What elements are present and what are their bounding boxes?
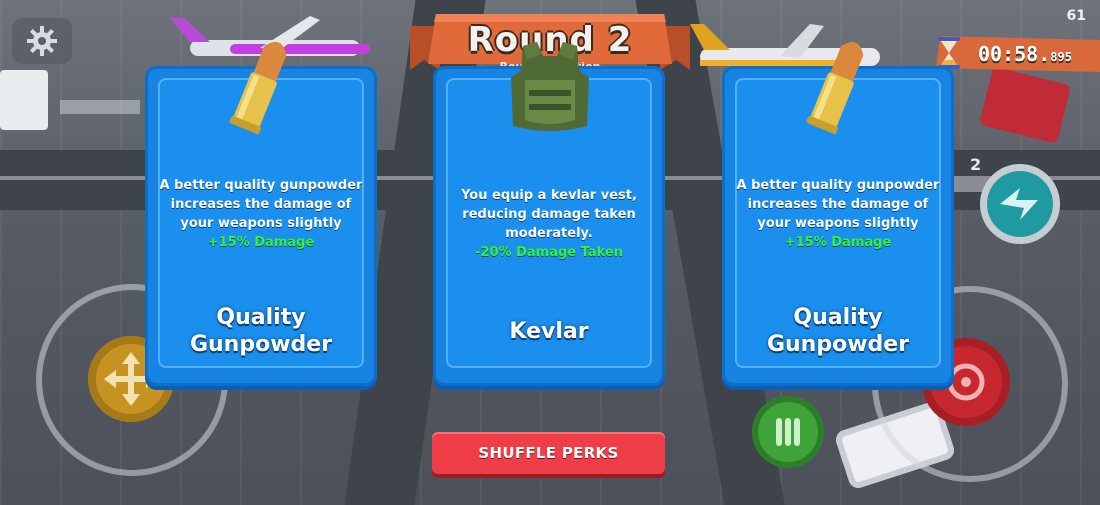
settings-button[interactable]	[12, 18, 72, 64]
perk-name-line2: Gunpowder	[189, 332, 333, 357]
bullet-icon	[806, 41, 864, 135]
side-badge: 2	[970, 155, 982, 174]
truck-right	[978, 66, 1072, 144]
perk-name-line1: Kevlar	[509, 319, 589, 344]
perk-card-1[interactable]: A better quality gunpowder increases the…	[145, 41, 377, 386]
hourglass-icon	[938, 37, 960, 69]
perk-bonus: -20% Damage Taken	[475, 245, 623, 260]
perk-description: A better quality gunpowder increases the…	[732, 176, 944, 252]
perk-description-text: A better quality gunpowder increases the…	[159, 178, 363, 231]
perk-name: Kevlar	[439, 318, 659, 345]
perk-name: Quality Gunpowder	[151, 304, 371, 358]
perk-description-text: A better quality gunpowder increases the…	[736, 178, 940, 231]
match-timer: 00:58.895	[930, 34, 1100, 74]
reload-button[interactable]	[752, 396, 824, 468]
bullet-icon	[229, 41, 287, 135]
gear-icon	[27, 26, 57, 56]
kevlar-vest-icon	[511, 42, 589, 131]
perk-name-line2: Gunpowder	[766, 332, 910, 357]
perk-card-2[interactable]: You equip a kevlar vest, reducing damage…	[433, 42, 665, 386]
dash-ability-button[interactable]	[980, 164, 1060, 244]
building-left	[0, 70, 48, 130]
fps-counter: 61	[1066, 8, 1086, 24]
ammo-icon	[776, 418, 800, 446]
perk-name: Quality Gunpowder	[728, 304, 948, 358]
timer-main: 00:58.	[978, 42, 1051, 66]
perk-description: A better quality gunpowder increases the…	[155, 176, 367, 252]
shuffle-perks-button[interactable]: SHUFFLE PERKS	[432, 432, 665, 474]
perk-card-3[interactable]: A better quality gunpowder increases the…	[722, 41, 954, 386]
perk-name-line1: Quality	[793, 305, 883, 330]
perk-bonus: +15% Damage	[207, 235, 315, 250]
timer-value: 00:58.895	[978, 42, 1072, 66]
perk-bonus: +15% Damage	[784, 235, 892, 250]
perk-description: You equip a kevlar vest, reducing damage…	[443, 186, 655, 262]
timer-ms: 895	[1050, 50, 1072, 64]
perk-name-line1: Quality	[216, 305, 306, 330]
perk-description-text: You equip a kevlar vest, reducing damage…	[461, 188, 637, 241]
dash-icon	[1000, 188, 1038, 220]
